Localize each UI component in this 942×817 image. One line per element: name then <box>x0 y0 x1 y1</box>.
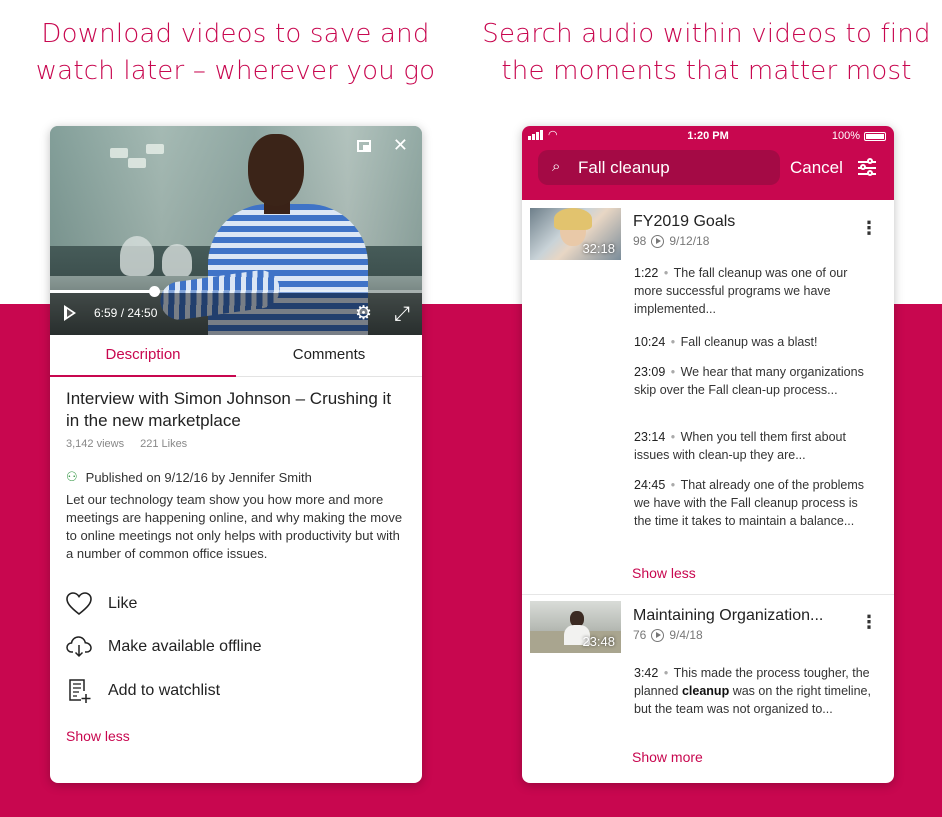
video-stats: 3,142 views 221 Likes <box>66 438 406 450</box>
chair <box>162 244 192 278</box>
status-bar: ◠ 1:20 PM 100% <box>522 126 894 146</box>
thumbnail-hair <box>554 208 592 230</box>
video-duration: 32:18 <box>582 241 615 256</box>
separator-dot: • <box>660 666 672 680</box>
show-less-link[interactable]: Show less <box>632 565 696 581</box>
snippet-timestamp: 23:14 <box>634 430 666 444</box>
snippet-timestamp: 24:45 <box>634 478 666 492</box>
play-icon[interactable] <box>64 305 76 321</box>
transcript-snippet[interactable]: 10:24 • Fall cleanup was a blast! <box>634 333 874 351</box>
player-top-controls: ✕ <box>356 136 408 156</box>
fullscreen-icon[interactable]: ⤢ <box>394 301 410 325</box>
snippet-text: fall cleanup <box>698 266 762 280</box>
show-more-link[interactable]: Show more <box>632 749 703 765</box>
published-info: ⚇ Published on 9/12/16 by Jennifer Smith <box>66 470 406 485</box>
tab-description[interactable]: Description <box>50 335 236 377</box>
cancel-button[interactable]: Cancel <box>790 158 843 178</box>
picture-in-picture-icon[interactable] <box>356 140 371 152</box>
watchlist-add-icon <box>66 678 92 704</box>
video-detail-screen: ✕ 6:59 / 24:50 ⚙ ⤢ Description Comments … <box>50 126 422 783</box>
search-result: 23:48 Maintaining Organization... 76 9/4… <box>522 594 894 783</box>
separator-dot: • <box>667 478 679 492</box>
separator-dot: • <box>660 266 672 280</box>
transcript-snippet[interactable]: 1:22 • The fall cleanup was one of our m… <box>634 264 874 318</box>
video-thumbnail[interactable]: 23:48 <box>530 601 621 653</box>
search-results-screen: ◠ 1:20 PM 100% ⌕ Fall cleanup Cancel 32:… <box>522 126 894 783</box>
snippet-timestamp: 23:09 <box>634 365 666 379</box>
show-less-link[interactable]: Show less <box>66 728 130 744</box>
ceiling-light <box>110 148 128 158</box>
separator-dot: • <box>667 365 679 379</box>
snippet-text: The <box>673 266 699 280</box>
result-title[interactable]: FY2019 Goals <box>633 213 735 231</box>
battery-percent: 100% <box>831 130 860 142</box>
transcript-snippet[interactable]: 23:09 • We hear that many organizations … <box>634 363 874 399</box>
action-list: Like Make available offline Add to watch… <box>66 582 406 713</box>
more-options-icon[interactable]: ⋮ <box>860 220 878 238</box>
ceiling-light <box>146 144 164 154</box>
video-title: Interview with Simon Johnson – Crushing … <box>66 389 392 430</box>
separator-dot: • <box>667 335 679 349</box>
offline-button[interactable]: Make available offline <box>66 626 406 670</box>
people-icon: ⚇ <box>66 470 78 485</box>
like-count: 221 Likes <box>140 438 188 450</box>
transcript-snippet[interactable]: 3:42 • This made the process tougher, th… <box>634 664 874 718</box>
watchlist-button[interactable]: Add to watchlist <box>66 669 406 713</box>
video-description-section: Interview with Simon Johnson – Crushing … <box>66 388 406 563</box>
video-thumbnail[interactable]: 32:18 <box>530 208 621 260</box>
play-count-icon <box>651 628 665 642</box>
search-result: 32:18 FY2019 Goals 98 9/12/18 ⋮ 1:22 • T… <box>522 200 894 600</box>
seek-bar-handle[interactable] <box>149 286 161 297</box>
transcript-snippet[interactable]: 23:14 • When you tell them first about i… <box>634 428 874 464</box>
video-player[interactable]: ✕ 6:59 / 24:50 ⚙ ⤢ <box>50 126 422 335</box>
headline-search: Search audio within videos to find the m… <box>482 19 931 86</box>
result-meta: 98 9/12/18 <box>633 234 709 248</box>
watchlist-label: Add to watchlist <box>108 681 221 699</box>
heart-icon <box>66 591 92 617</box>
search-header: ◠ 1:20 PM 100% ⌕ Fall cleanup Cancel <box>522 126 894 200</box>
result-meta: 76 9/4/18 <box>633 628 703 642</box>
result-date: 9/12/18 <box>669 234 710 248</box>
chair <box>120 236 154 276</box>
like-label: Like <box>108 594 138 612</box>
player-control-bar: 6:59 / 24:50 ⚙ ⤢ <box>50 286 422 335</box>
separator-dot: • <box>667 430 679 444</box>
result-date: 9/4/18 <box>669 628 703 642</box>
like-button[interactable]: Like <box>66 582 406 626</box>
time-readout: 6:59 / 24:50 <box>94 306 158 320</box>
person-face <box>248 134 304 206</box>
offline-label: Make available offline <box>108 638 262 656</box>
search-icon: ⌕ <box>552 157 561 175</box>
cloud-download-icon <box>66 634 92 660</box>
result-views: 98 <box>633 234 647 248</box>
search-input[interactable]: ⌕ Fall cleanup <box>538 150 780 185</box>
seek-bar-progress <box>50 290 155 293</box>
filter-icon[interactable] <box>858 158 876 176</box>
detail-tabs: Description Comments <box>50 335 422 377</box>
play-count-icon <box>651 234 665 248</box>
settings-icon[interactable]: ⚙ <box>355 302 372 324</box>
ceiling-light <box>128 158 146 168</box>
search-query: Fall cleanup <box>578 158 670 177</box>
close-icon[interactable]: ✕ <box>393 136 408 156</box>
result-views: 76 <box>633 628 647 642</box>
published-text: Published on 9/12/16 by Jennifer Smith <box>85 470 312 485</box>
more-options-icon[interactable]: ⋮ <box>860 614 878 632</box>
result-title[interactable]: Maintaining Organization... <box>633 607 823 625</box>
tab-comments[interactable]: Comments <box>236 335 422 376</box>
snippet-timestamp: 3:42 <box>634 666 659 680</box>
snippet-timestamp: 10:24 <box>634 335 666 349</box>
highlighted-term: cleanup <box>681 684 730 698</box>
snippet-text: When you tell them first about issues wi… <box>634 430 846 462</box>
headline-download: Download videos to save and watch later … <box>35 19 436 86</box>
battery-icon <box>864 132 886 141</box>
snippet-text: was a blast! <box>748 335 818 349</box>
seek-bar[interactable] <box>50 286 422 297</box>
view-count: 3,142 views <box>66 438 125 450</box>
snippet-timestamp: 1:22 <box>634 266 659 280</box>
video-duration: 23:48 <box>582 634 615 649</box>
transcript-snippet[interactable]: 24:45 • That already one of the problems… <box>634 476 874 530</box>
snippet-text: Fall cleanup <box>680 335 749 349</box>
video-description: Let our technology team show you how mor… <box>66 492 403 561</box>
